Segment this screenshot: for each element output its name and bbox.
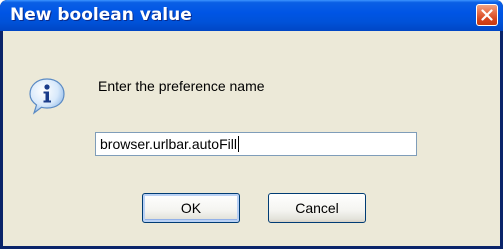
preference-name-input[interactable]: browser.urlbar.autoFill bbox=[95, 132, 417, 156]
input-value: browser.urlbar.autoFill bbox=[100, 136, 237, 152]
info-icon bbox=[29, 78, 65, 115]
ok-button-label: OK bbox=[180, 200, 202, 216]
ok-button[interactable]: OK bbox=[142, 193, 240, 223]
dialog-body: Enter the preference name browser.urlbar… bbox=[3, 31, 500, 246]
window-title: New boolean value bbox=[10, 5, 192, 25]
cancel-button-label: Cancel bbox=[295, 200, 339, 216]
dialog-window: New boolean value Enter the preference n… bbox=[0, 0, 503, 249]
close-icon bbox=[481, 9, 493, 21]
close-button[interactable] bbox=[476, 4, 498, 26]
text-caret bbox=[237, 136, 239, 152]
cancel-button[interactable]: Cancel bbox=[268, 193, 366, 223]
prompt-label: Enter the preference name bbox=[98, 78, 265, 94]
title-bar[interactable]: New boolean value bbox=[0, 0, 503, 31]
